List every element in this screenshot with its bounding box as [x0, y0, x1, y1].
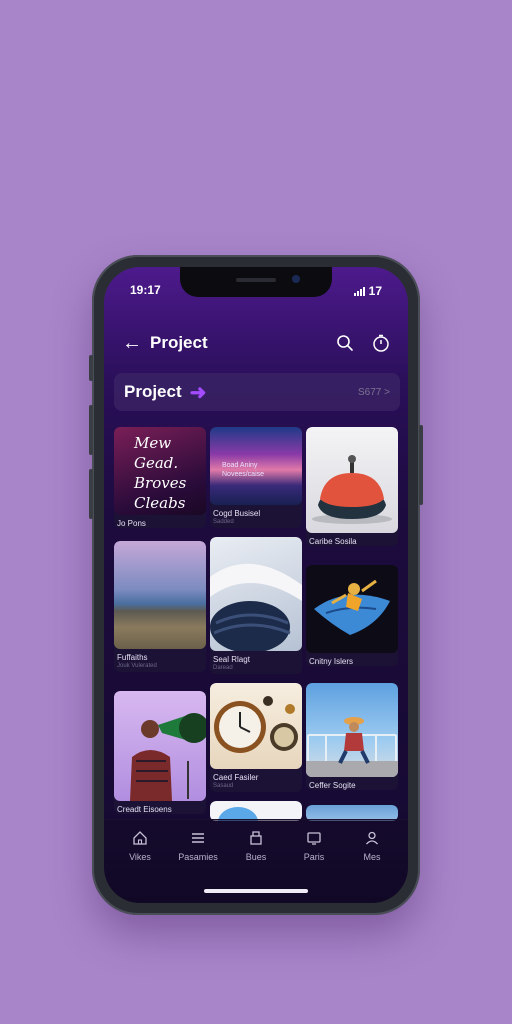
status-signal: 17: [353, 283, 382, 299]
status-time: 19:17: [130, 283, 161, 297]
card-caption: Caribe Sosila: [309, 537, 357, 546]
nav-item-paris[interactable]: Paris: [286, 830, 342, 862]
card-image: Mew Gead. Broves Cleabs: [114, 427, 206, 515]
card-image: Boad Aniny Novees/caise: [210, 427, 302, 505]
bottom-nav: Vikes Pasamies Bues Paris Mes: [104, 819, 408, 903]
card-subtitle: Jouk Vulerated: [117, 663, 157, 669]
card-7[interactable]: Creadt Eisoens: [114, 691, 206, 814]
see-all-link[interactable]: S677 >: [358, 387, 390, 398]
card-subtitle: Sasaud: [213, 783, 234, 789]
home-indicator[interactable]: [204, 889, 308, 893]
clock-illustration: [214, 696, 298, 753]
skater-illustration: [306, 717, 398, 777]
card-subtitle: Sadded: [213, 519, 234, 525]
nav-label: Mes: [363, 852, 381, 862]
screen: 19:17 17 ← Project Project ➜ S677 > Mew …: [104, 267, 408, 903]
card-caption: Caed Fasiler: [213, 773, 259, 782]
nav-label: Pasamies: [178, 852, 218, 862]
card-1[interactable]: Mew Gead. Broves Cleabs Jo Pons: [114, 427, 206, 528]
user-icon: [363, 830, 381, 846]
mute-switch: [89, 355, 93, 381]
page-title: Project: [150, 333, 208, 352]
card-image: [210, 537, 302, 651]
nav-item-pasamies[interactable]: Pasamies: [170, 830, 226, 862]
volume-up-button: [89, 405, 93, 455]
banner-title: Project: [124, 382, 182, 401]
tv-icon: [305, 830, 323, 846]
nav-label: Vikes: [129, 852, 151, 862]
project-banner[interactable]: Project ➜ S677 >: [114, 373, 400, 411]
stack-icon: [247, 830, 265, 846]
back-arrow-icon[interactable]: ←: [122, 332, 150, 355]
card-image: [210, 801, 302, 821]
nav-item-vikes[interactable]: Vikes: [112, 830, 168, 862]
card-caption: Cnitny Islers: [309, 657, 354, 666]
card-caption: Jo Pons: [117, 519, 146, 528]
nav-label: Paris: [303, 852, 325, 862]
project-grid: Mew Gead. Broves Cleabs Jo Pons Boad Ani…: [104, 425, 408, 821]
card-subtitle: Daread: [213, 665, 233, 671]
status-right-text: 17: [368, 284, 382, 298]
status-bar: 19:17 17: [130, 283, 382, 299]
volume-down-button: [89, 469, 93, 519]
card-caption: Cogd Busisel: [213, 509, 261, 518]
timer-icon[interactable]: [370, 332, 392, 354]
card-3[interactable]: Caribe Sosila: [306, 427, 398, 546]
card-image: [210, 683, 302, 769]
ball-illustration: [312, 455, 392, 524]
card-caption: Creadt Eisoens: [117, 805, 172, 814]
card-caption: Fuffaiths: [117, 653, 148, 662]
card-image: [306, 565, 398, 653]
card-5[interactable]: Seal Rlagt Daread: [210, 537, 302, 674]
arrow-right-icon: ➜: [189, 381, 207, 404]
dancer-illustration: [314, 579, 390, 635]
card-overlay-text: Mew Gead. Broves Cleabs: [134, 434, 187, 512]
card-image: [114, 691, 206, 801]
nav-label: Bues: [245, 852, 267, 862]
card-10-partial[interactable]: [210, 801, 302, 821]
musician-illustration: [130, 713, 206, 801]
card-caption: Ceffer Sogite: [309, 781, 356, 790]
list-icon: [189, 830, 207, 846]
abstract-shape-illustration: [210, 563, 302, 651]
nav-item-mes[interactable]: Mes: [344, 830, 400, 862]
card-4[interactable]: Fuffaiths Jouk Vulerated: [114, 541, 206, 672]
card-overlay-text: Boad Aniny Novees/caise: [222, 462, 265, 478]
card-8[interactable]: Caed Fasiler Sasaud: [210, 683, 302, 792]
signal-icon: [353, 286, 365, 296]
app-bar: ← Project: [122, 331, 392, 355]
card-6[interactable]: Cnitny Islers: [306, 565, 398, 666]
power-button: [419, 425, 423, 505]
card-9[interactable]: Ceffer Sogite: [306, 683, 398, 790]
search-icon[interactable]: [334, 332, 356, 354]
phone-frame: 19:17 17 ← Project Project ➜ S677 > Mew …: [89, 255, 423, 915]
card-image: [306, 683, 398, 777]
card-image: [306, 427, 398, 533]
card-image: [114, 541, 206, 649]
card-2[interactable]: Boad Aniny Novees/caise Cogd Busisel Sad…: [210, 427, 302, 528]
home-icon: [131, 830, 149, 846]
card-caption: Seal Rlagt: [213, 655, 250, 664]
nav-item-bues[interactable]: Bues: [228, 830, 284, 862]
